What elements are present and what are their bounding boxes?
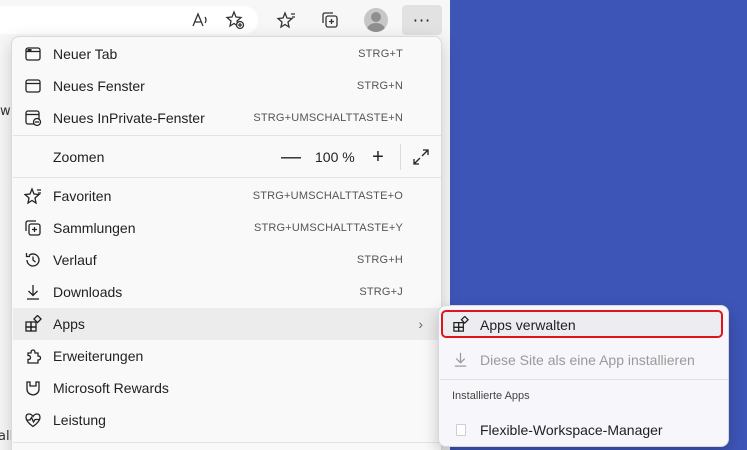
new-window-icon xyxy=(24,77,42,95)
menu-item-label: Favoriten xyxy=(53,188,112,204)
chevron-right-icon: › xyxy=(418,316,423,332)
shortcut-label: STRG+T xyxy=(358,48,403,60)
shortcut-label: STRG+J xyxy=(359,286,403,298)
menu-item-new-window[interactable]: Neues Fenster STRG+N xyxy=(13,70,441,102)
menu-separator xyxy=(13,442,441,443)
address-bar[interactable] xyxy=(0,6,258,34)
apps-icon xyxy=(24,314,42,333)
menu-item-extensions[interactable]: Erweiterungen xyxy=(13,340,441,372)
new-tab-icon xyxy=(24,45,42,63)
apps-icon xyxy=(452,315,469,333)
menu-item-microsoft-rewards[interactable]: Microsoft Rewards xyxy=(13,372,441,404)
shortcut-label: STRG+N xyxy=(356,80,403,92)
page-text-fragment: w xyxy=(0,104,11,119)
menu-item-performance[interactable]: Leistung xyxy=(13,404,441,436)
shortcut-label: STRG+UMSCHALTTASTE+Y xyxy=(253,222,403,234)
menu-item-new-tab[interactable]: Neuer Tab STRG+T xyxy=(13,38,441,70)
read-aloud-icon[interactable] xyxy=(186,6,214,34)
favorites-icon[interactable] xyxy=(272,6,300,34)
shortcut-label: STRG+UMSCHALTTASTE+O xyxy=(252,190,403,202)
submenu-item-label: Apps verwalten xyxy=(480,317,576,333)
add-favorite-icon[interactable] xyxy=(221,6,249,34)
menu-item-label: Neues InPrivate-Fenster xyxy=(53,110,205,126)
submenu-item-manage-apps[interactable]: Apps verwalten xyxy=(439,310,728,340)
zoom-in-button[interactable]: + xyxy=(366,137,390,177)
menu-item-label: Downloads xyxy=(53,284,123,300)
menu-item-label: Zoomen xyxy=(53,149,105,165)
history-icon xyxy=(24,251,42,269)
extensions-icon xyxy=(24,347,42,365)
menu-item-zoom: Zoomen — 100 % + xyxy=(13,137,441,177)
submenu-item-installed-app[interactable]: Flexible-Workspace-Manager xyxy=(439,415,728,445)
shortcut-label: STRG+H xyxy=(356,254,403,266)
collections-icon[interactable] xyxy=(316,6,344,34)
menu-item-label: Microsoft Rewards xyxy=(53,380,169,396)
more-label: ··· xyxy=(412,10,432,30)
menu-separator xyxy=(13,177,441,178)
menu-separator xyxy=(13,135,441,136)
settings-menu: Neuer Tab STRG+T Neues Fenster STRG+N Ne… xyxy=(11,36,442,450)
menu-item-label: Apps xyxy=(53,316,85,332)
menu-item-favorites[interactable]: Favoriten STRG+UMSCHALTTASTE+O xyxy=(13,180,441,212)
zoom-out-button[interactable]: — xyxy=(279,137,303,177)
menu-item-downloads[interactable]: Downloads STRG+J xyxy=(13,276,441,308)
menu-item-label: Leistung xyxy=(53,412,106,428)
collections-icon xyxy=(24,219,42,237)
menu-item-label: Verlauf xyxy=(53,252,97,268)
menu-item-label: Neuer Tab xyxy=(53,46,118,62)
submenu-item-install-site: Diese Site als eine App installieren xyxy=(439,345,728,375)
menu-item-apps[interactable]: Apps › xyxy=(13,308,441,340)
menu-item-label: Neues Fenster xyxy=(53,78,145,94)
menu-item-collections[interactable]: Sammlungen STRG+UMSCHALTTASTE+Y xyxy=(13,212,441,244)
browser-toolbar: ··· xyxy=(0,0,450,40)
submenu-item-label: Flexible-Workspace-Manager xyxy=(480,422,663,438)
menu-item-label: Erweiterungen xyxy=(53,348,144,364)
inprivate-icon xyxy=(24,109,42,127)
zoom-divider xyxy=(400,144,401,170)
download-icon xyxy=(452,351,469,368)
submenu-item-label: Diese Site als eine App installieren xyxy=(480,352,695,368)
menu-item-history[interactable]: Verlauf STRG+H xyxy=(13,244,441,276)
installed-apps-header: Installierte Apps xyxy=(452,390,530,402)
more-icon[interactable]: ··· xyxy=(402,5,442,35)
submenu-separator xyxy=(440,379,728,380)
rewards-icon xyxy=(24,379,42,397)
expand-icon[interactable] xyxy=(411,147,431,167)
favorites-icon xyxy=(23,187,42,205)
performance-icon xyxy=(24,411,42,429)
menu-item-label: Sammlungen xyxy=(53,220,136,236)
profile-icon[interactable] xyxy=(364,8,388,32)
shortcut-label: STRG+UMSCHALTTASTE+N xyxy=(253,112,403,124)
zoom-value: 100 % xyxy=(315,149,355,165)
menu-item-new-inprivate-window[interactable]: Neues InPrivate-Fenster STRG+UMSCHALTTAS… xyxy=(13,102,441,134)
apps-submenu: Apps verwalten Diese Site als eine App i… xyxy=(438,305,729,447)
download-icon xyxy=(24,283,42,301)
